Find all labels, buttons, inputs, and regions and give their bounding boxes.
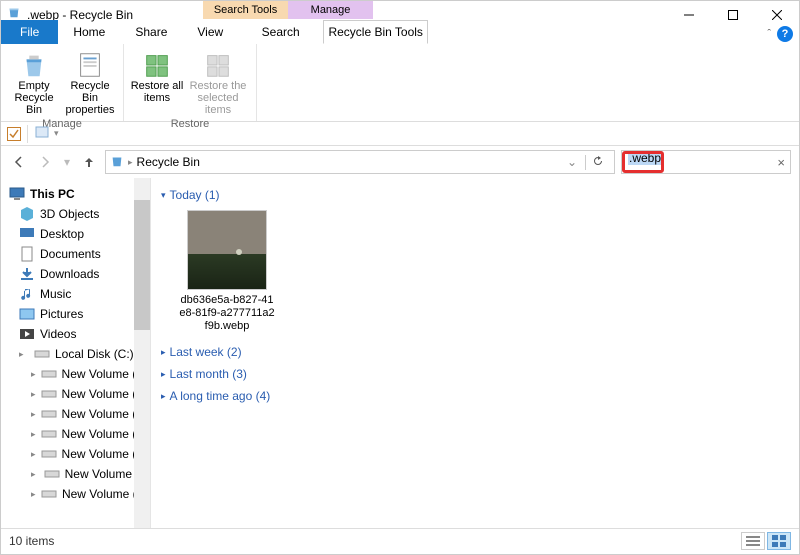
qat-dropdown-icon[interactable]: ▾ bbox=[54, 128, 59, 139]
tree-root-this-pc[interactable]: This PC bbox=[1, 184, 150, 204]
recycle-bin-icon bbox=[110, 154, 124, 171]
clear-search-button[interactable]: × bbox=[777, 155, 785, 170]
quick-access-toolbar: ▾ bbox=[1, 122, 799, 146]
context-tab-search-tools[interactable]: Search Tools bbox=[203, 1, 288, 19]
qat-item-icon[interactable] bbox=[34, 124, 50, 143]
forward-button bbox=[35, 152, 55, 172]
chevron-right-icon[interactable]: ▸ bbox=[31, 429, 36, 440]
drive-icon bbox=[34, 346, 50, 362]
empty-bin-icon bbox=[19, 50, 49, 80]
content-pane: ▾Today (1) db636e5a-b827-41e8-81f9-a2777… bbox=[151, 178, 799, 528]
recycle-bin-properties-button[interactable]: Recycle Bin properties bbox=[63, 46, 117, 116]
restore-all-icon bbox=[142, 50, 172, 80]
details-view-button[interactable] bbox=[741, 532, 765, 550]
file-name: db636e5a-b827-41e8-81f9-a277711a2f9b.web… bbox=[179, 294, 275, 333]
tree-item-3d-objects[interactable]: 3D Objects bbox=[1, 204, 150, 224]
videos-icon bbox=[19, 326, 35, 342]
drive-icon bbox=[41, 386, 57, 402]
thumbnails-view-button[interactable] bbox=[767, 532, 791, 550]
sidebar-scroll-thumb[interactable] bbox=[134, 200, 150, 330]
tree-item-downloads[interactable]: Downloads bbox=[1, 264, 150, 284]
tree-item-documents[interactable]: Documents bbox=[1, 244, 150, 264]
context-tab-manage[interactable]: Manage bbox=[288, 1, 373, 19]
tree-item-local-disk-c[interactable]: ▸Local Disk (C:) bbox=[1, 344, 150, 364]
chevron-right-icon[interactable]: ▸ bbox=[31, 469, 39, 480]
back-button[interactable] bbox=[9, 152, 29, 172]
tree-item-new-volume-g[interactable]: ▸New Volume (G:) bbox=[1, 424, 150, 444]
chevron-down-icon: ▾ bbox=[161, 190, 166, 201]
refresh-button[interactable] bbox=[585, 155, 610, 170]
ribbon: Empty Recycle Bin Recycle Bin properties… bbox=[1, 44, 799, 122]
chevron-right-icon: ▸ bbox=[161, 369, 166, 380]
properties-icon bbox=[75, 50, 105, 80]
drive-icon bbox=[44, 466, 60, 482]
search-input[interactable]: .webp bbox=[621, 150, 791, 174]
status-item-count: 10 items bbox=[9, 534, 54, 548]
address-bar[interactable]: ▸ Recycle Bin ⌄ bbox=[105, 150, 615, 174]
tree-item-new-volume-e[interactable]: ▸New Volume (E:) bbox=[1, 384, 150, 404]
drive-icon bbox=[41, 426, 57, 442]
tree-item-new-volume-f[interactable]: ▸New Volume (F:) bbox=[1, 404, 150, 424]
chevron-right-icon: ▸ bbox=[161, 391, 166, 402]
monitor-icon bbox=[9, 186, 25, 202]
tab-search[interactable]: Search bbox=[238, 20, 323, 44]
drive-icon bbox=[41, 446, 57, 462]
status-bar: 10 items bbox=[1, 528, 799, 552]
tree-item-pictures[interactable]: Pictures bbox=[1, 304, 150, 324]
group-header-today[interactable]: ▾Today (1) bbox=[161, 184, 789, 206]
document-icon bbox=[19, 246, 35, 262]
tab-view[interactable]: View bbox=[182, 20, 238, 44]
qat-checkbox[interactable] bbox=[7, 127, 21, 141]
tree-item-videos[interactable]: Videos bbox=[1, 324, 150, 344]
up-button[interactable] bbox=[79, 152, 99, 172]
music-icon bbox=[19, 286, 35, 302]
group-header-last-week[interactable]: ▸Last week (2) bbox=[161, 341, 789, 363]
tree-item-new-volume-h[interactable]: ▸New Volume (H:) bbox=[1, 444, 150, 464]
cube-icon bbox=[19, 206, 35, 222]
tree-item-new-volume-i[interactable]: ▸New Volume (I:) bbox=[1, 464, 150, 484]
chevron-right-icon[interactable]: ▸ bbox=[31, 489, 36, 500]
restore-selected-icon bbox=[203, 50, 233, 80]
address-dropdown-icon[interactable]: ⌄ bbox=[561, 155, 583, 170]
drive-icon bbox=[41, 486, 57, 502]
tab-file[interactable]: File bbox=[1, 20, 58, 44]
restore-selected-items-button: Restore the selected items bbox=[186, 46, 250, 116]
chevron-right-icon[interactable]: ▸ bbox=[31, 389, 36, 400]
ribbon-tabs: File Home Share View Search Recycle Bin … bbox=[1, 20, 799, 44]
tree-item-new-volume-d[interactable]: ▸New Volume (D:) bbox=[1, 364, 150, 384]
group-header-last-month[interactable]: ▸Last month (3) bbox=[161, 363, 789, 385]
chevron-right-icon[interactable]: ▸ bbox=[31, 369, 36, 380]
tree-item-desktop[interactable]: Desktop bbox=[1, 224, 150, 244]
file-item[interactable]: db636e5a-b827-41e8-81f9-a277711a2f9b.web… bbox=[179, 210, 275, 333]
download-icon bbox=[19, 266, 35, 282]
address-location: Recycle Bin bbox=[137, 155, 200, 169]
tree-item-new-volume-j[interactable]: ▸New Volume (J:) bbox=[1, 484, 150, 504]
empty-recycle-bin-button[interactable]: Empty Recycle Bin bbox=[7, 46, 61, 116]
group-header-long-time-ago[interactable]: ▸A long time ago (4) bbox=[161, 385, 789, 407]
history-dropdown-icon[interactable]: ▾ bbox=[61, 152, 73, 172]
chevron-right-icon[interactable]: ▸ bbox=[19, 349, 29, 360]
desktop-icon bbox=[19, 226, 35, 242]
restore-all-items-button[interactable]: Restore all items bbox=[130, 46, 184, 116]
help-icon[interactable]: ? bbox=[777, 26, 793, 42]
ribbon-collapse-icon[interactable]: ˆ bbox=[767, 28, 771, 40]
chevron-right-icon[interactable]: ▸ bbox=[128, 157, 133, 168]
pictures-icon bbox=[19, 306, 35, 322]
navigation-row: ▾ ▸ Recycle Bin ⌄ .webp × bbox=[1, 146, 799, 178]
tree-item-music[interactable]: Music bbox=[1, 284, 150, 304]
tab-share[interactable]: Share bbox=[120, 20, 182, 44]
tab-home[interactable]: Home bbox=[58, 20, 120, 44]
drive-icon bbox=[41, 366, 57, 382]
chevron-right-icon: ▸ bbox=[161, 347, 166, 358]
ribbon-group-restore: Restore bbox=[171, 116, 210, 132]
tab-recycle-bin-tools[interactable]: Recycle Bin Tools bbox=[323, 20, 428, 44]
navigation-pane: This PC 3D Objects Desktop Documents Dow… bbox=[1, 178, 151, 528]
chevron-right-icon[interactable]: ▸ bbox=[31, 449, 36, 460]
chevron-right-icon[interactable]: ▸ bbox=[31, 409, 36, 420]
file-thumbnail bbox=[187, 210, 267, 290]
drive-icon bbox=[41, 406, 57, 422]
